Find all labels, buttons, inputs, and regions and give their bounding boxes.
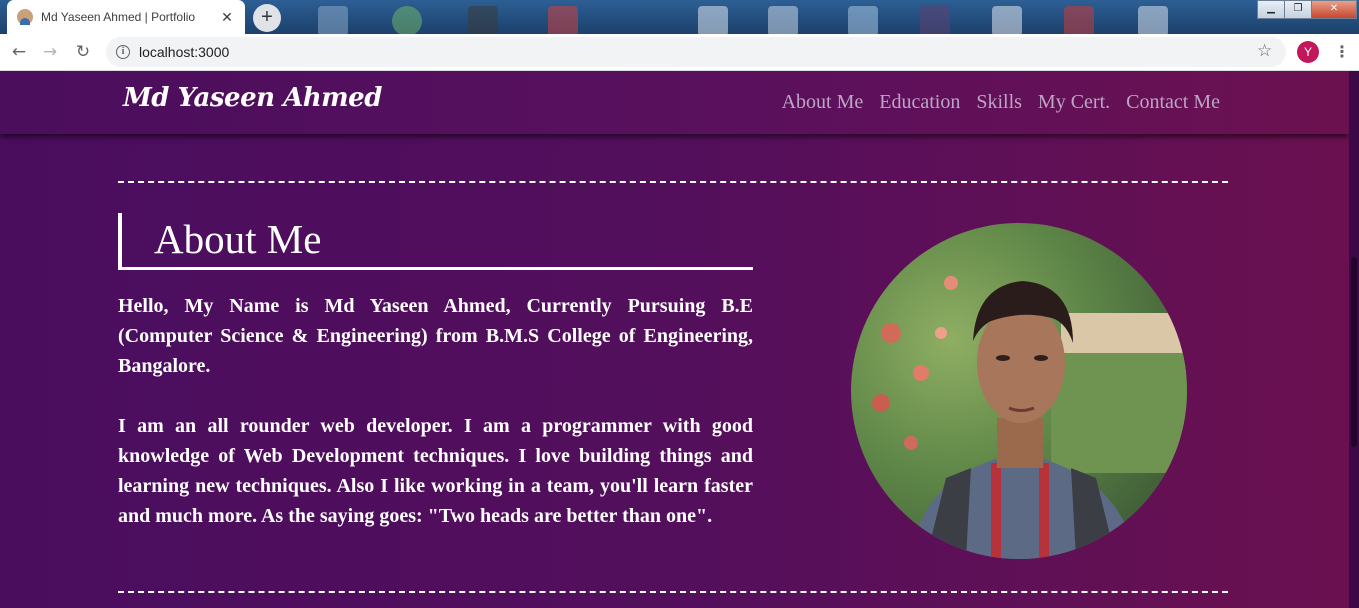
profile-photo: [851, 223, 1187, 559]
about-heading-frame: About Me: [118, 213, 753, 270]
profile-avatar[interactable]: Y: [1297, 41, 1319, 63]
new-tab-button[interactable]: +: [253, 4, 281, 32]
nav-link-education[interactable]: Education: [879, 91, 960, 114]
site-brand[interactable]: Md Yaseen Ahmed: [123, 83, 382, 113]
desktop-icon: [920, 6, 950, 34]
desktop-icon: [548, 6, 578, 34]
about-heading: About Me: [154, 216, 322, 262]
url-text[interactable]: localhost:3000: [139, 44, 229, 60]
menu-icon[interactable]: ⋮: [1334, 40, 1350, 64]
site-header: Md Yaseen Ahmed About Me Education Skill…: [0, 71, 1349, 134]
page-scrollbar[interactable]: [1349, 71, 1359, 608]
profile-favicon-icon: [17, 9, 33, 25]
forward-arrow-icon[interactable]: →: [38, 40, 62, 64]
about-paragraph-intro: Hello, My Name is Md Yaseen Ahmed, Curre…: [118, 295, 753, 377]
section-divider-top: [118, 181, 1228, 183]
desktop-icon: [698, 6, 728, 34]
about-paragraph-details: I am an all rounder web developer. I am …: [118, 415, 753, 527]
site-info-icon[interactable]: i: [116, 45, 130, 59]
page-viewport: Md Yaseen Ahmed About Me Education Skill…: [0, 71, 1349, 608]
scrollbar-thumb[interactable]: [1351, 257, 1357, 447]
browser-toolbar: ← → ↻ i localhost:3000 ☆ Y ⋮: [0, 34, 1359, 71]
back-arrow-icon[interactable]: ←: [7, 40, 31, 64]
desktop-icon: [768, 6, 798, 34]
tab-title: Md Yaseen Ahmed | Portfolio: [41, 10, 196, 24]
site-nav: About Me Education Skills My Cert. Conta…: [782, 91, 1220, 114]
desktop-icon: [1064, 6, 1094, 34]
nav-link-contact[interactable]: Contact Me: [1126, 91, 1220, 114]
bookmark-star-icon[interactable]: ☆: [1257, 41, 1272, 61]
close-tab-icon[interactable]: ✕: [219, 9, 235, 26]
restore-button[interactable]: ❐: [1284, 0, 1312, 19]
desktop-icon: [318, 6, 348, 34]
nav-link-certificates[interactable]: My Cert.: [1038, 91, 1110, 114]
section-divider-bottom: [118, 591, 1228, 593]
desktop-icon: [1138, 6, 1168, 34]
browser-tab[interactable]: Md Yaseen Ahmed | Portfolio ✕: [7, 0, 245, 34]
desktop-icon: [848, 6, 878, 34]
desktop-icon: [992, 6, 1022, 34]
desktop-icon: [392, 6, 422, 34]
nav-link-about[interactable]: About Me: [782, 91, 864, 114]
browser-tab-strip: Md Yaseen Ahmed | Portfolio ✕ + ▁ ❐ ✕: [0, 0, 1359, 34]
window-controls: ▁ ❐ ✕: [1257, 0, 1357, 19]
address-bar[interactable]: i localhost:3000 ☆: [106, 37, 1286, 67]
minimize-button[interactable]: ▁: [1257, 0, 1285, 19]
window-close-button[interactable]: ✕: [1311, 0, 1357, 19]
desktop-icon: [468, 6, 498, 34]
nav-link-skills[interactable]: Skills: [976, 91, 1022, 114]
reload-icon[interactable]: ↻: [71, 40, 95, 64]
